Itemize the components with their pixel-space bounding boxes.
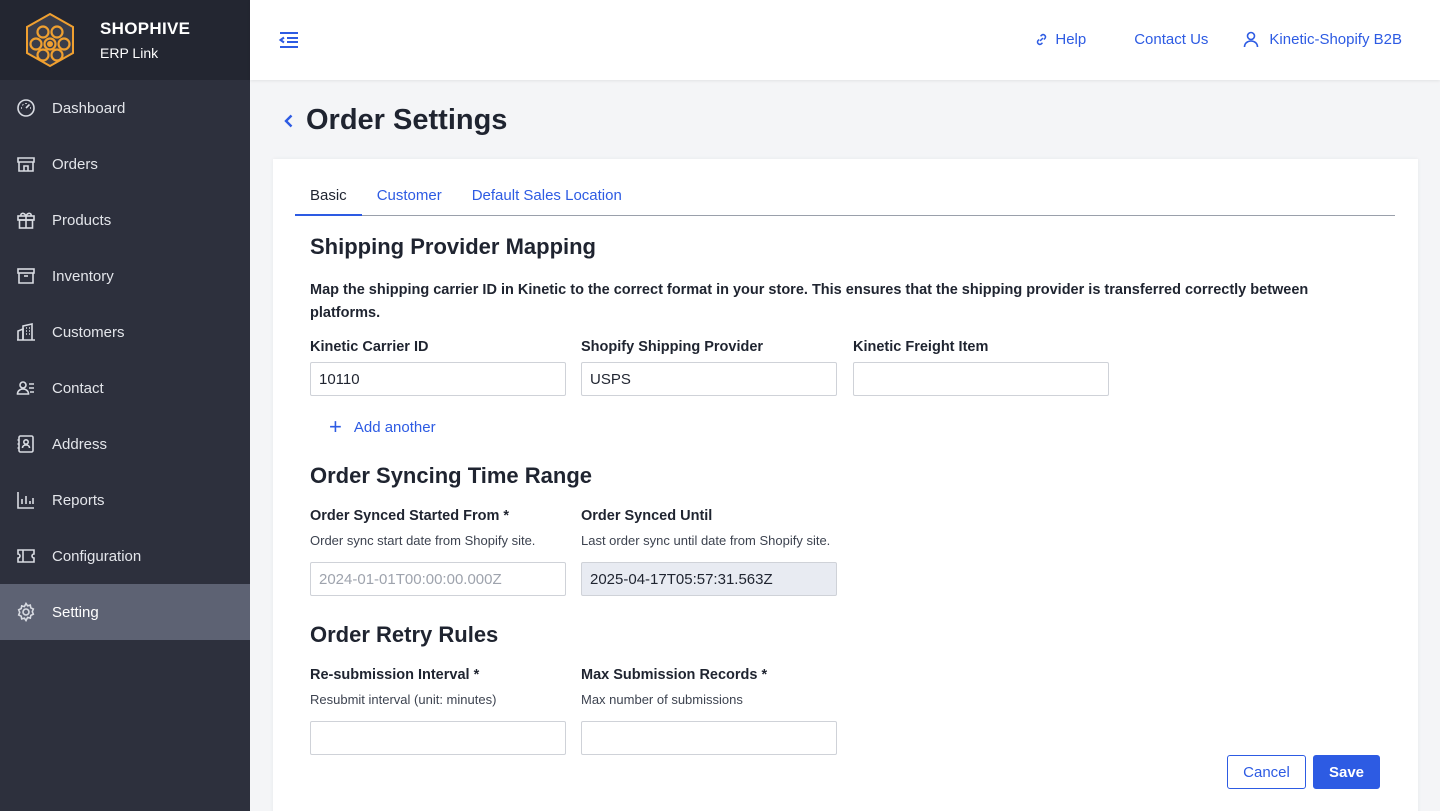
- gear-icon: [16, 602, 36, 622]
- sidebar-item-customers[interactable]: Customers: [0, 304, 250, 360]
- sidebar-item-setting[interactable]: Setting: [0, 584, 250, 640]
- sidebar-item-label: Inventory: [52, 267, 114, 285]
- brand[interactable]: SHOPHIVE ERP Link: [0, 0, 250, 80]
- bar-chart-icon: [16, 490, 36, 510]
- header-links: Help Contact Us Kinetic-Shopify B2B: [1034, 30, 1402, 48]
- ticket-icon: [16, 546, 36, 566]
- sidebar-item-products[interactable]: Products: [0, 192, 250, 248]
- sidebar-item-label: Dashboard: [52, 99, 126, 117]
- sidebar-item-label: Products: [52, 211, 112, 229]
- sidebar-item-configuration[interactable]: Configuration: [0, 528, 250, 584]
- tabs: Basic Customer Default Sales Location: [295, 181, 1395, 216]
- tab-customer[interactable]: Customer: [362, 181, 457, 216]
- add-another-button[interactable]: + Add another: [329, 414, 436, 439]
- settings-card: Basic Customer Default Sales Location Sh…: [273, 159, 1418, 811]
- shipping-section-title: Shipping Provider Mapping: [310, 234, 596, 259]
- archive-icon: [16, 266, 36, 286]
- cancel-button[interactable]: Cancel: [1227, 755, 1306, 789]
- shipping-description: Map the shipping carrier ID in Kinetic t…: [310, 282, 1309, 321]
- interval-label: Re-submission Interval *: [310, 667, 480, 683]
- sync-until-input: [581, 562, 837, 596]
- sidebar-item-label: Address: [52, 435, 108, 453]
- page-title-row: Order Settings: [280, 104, 507, 137]
- store-icon: [16, 154, 36, 174]
- save-button[interactable]: Save: [1313, 755, 1380, 789]
- retry-section-title: Order Retry Rules: [310, 622, 499, 647]
- link-icon: [1037, 33, 1047, 45]
- collapse-menu-icon[interactable]: [278, 29, 300, 51]
- help-link[interactable]: Help: [1034, 31, 1086, 48]
- sync-start-input[interactable]: [310, 562, 566, 596]
- sidebar-item-contact[interactable]: Contact: [0, 360, 250, 416]
- sidebar: SHOPHIVE ERP Link Dashboard Orders Produ…: [0, 0, 250, 811]
- user-label: Kinetic-Shopify B2B: [1269, 30, 1402, 48]
- sync-until-hint: Last order sync until date from Shopify …: [581, 533, 831, 548]
- sidebar-item-label: Configuration: [52, 547, 142, 565]
- sidebar-item-label: Contact: [52, 379, 104, 397]
- tab-basic[interactable]: Basic: [295, 181, 362, 216]
- sidebar-item-dashboard[interactable]: Dashboard: [0, 80, 250, 136]
- hexagon-honeycomb-logo: [26, 12, 74, 68]
- back-chevron-icon[interactable]: [280, 112, 298, 130]
- shipping-provider-label: Shopify Shipping Provider: [581, 339, 764, 355]
- user-icon: [1244, 31, 1259, 48]
- carrier-id-label: Kinetic Carrier ID: [310, 339, 429, 355]
- freight-item-input[interactable]: [853, 362, 1109, 396]
- interval-hint: Resubmit interval (unit: minutes): [310, 692, 497, 707]
- user-menu[interactable]: Kinetic-Shopify B2B: [1242, 30, 1402, 48]
- top-header: Help Contact Us Kinetic-Shopify B2B: [250, 0, 1440, 80]
- carrier-id-input[interactable]: [310, 362, 566, 396]
- max-records-input[interactable]: [581, 721, 837, 755]
- page-title: Order Settings: [306, 104, 508, 136]
- sidebar-item-reports[interactable]: Reports: [0, 472, 250, 528]
- brand-name: SHOPHIVE: [100, 19, 191, 38]
- sidebar-item-label: Reports: [52, 491, 105, 509]
- shipping-provider-input[interactable]: [581, 362, 837, 396]
- interval-input[interactable]: [310, 721, 566, 755]
- freight-item-label: Kinetic Freight Item: [853, 339, 989, 355]
- sidebar-item-orders[interactable]: Orders: [0, 136, 250, 192]
- contact-us-label: Contact Us: [1134, 30, 1209, 48]
- max-records-hint: Max number of submissions: [581, 692, 743, 707]
- sidebar-item-label: Customers: [52, 323, 125, 341]
- sync-until-label: Order Synced Until: [581, 508, 713, 524]
- sidebar-item-label: Setting: [52, 603, 99, 621]
- gift-icon: [16, 210, 36, 230]
- max-records-label: Max Submission Records *: [581, 667, 768, 683]
- plus-icon: +: [329, 414, 342, 439]
- sync-section-title: Order Syncing Time Range: [310, 463, 593, 488]
- sync-start-label: Order Synced Started From *: [310, 508, 510, 524]
- buildings-icon: [16, 322, 36, 342]
- tab-default-sales-location[interactable]: Default Sales Location: [457, 181, 637, 216]
- help-label: Help: [1055, 30, 1087, 48]
- add-another-label: Add another: [353, 418, 436, 436]
- sidebar-nav: Dashboard Orders Products Inventory Cust…: [0, 80, 250, 640]
- sidebar-item-address[interactable]: Address: [0, 416, 250, 472]
- brand-subtitle: ERP Link: [100, 45, 159, 61]
- sidebar-item-label: Orders: [52, 155, 98, 173]
- sidebar-item-inventory[interactable]: Inventory: [0, 248, 250, 304]
- contact-list-icon: [16, 378, 36, 398]
- sync-start-hint: Order sync start date from Shopify site.: [310, 533, 536, 548]
- contact-us-link[interactable]: Contact Us: [1134, 31, 1208, 48]
- address-book-icon: [16, 434, 36, 454]
- gauge-icon: [16, 98, 36, 118]
